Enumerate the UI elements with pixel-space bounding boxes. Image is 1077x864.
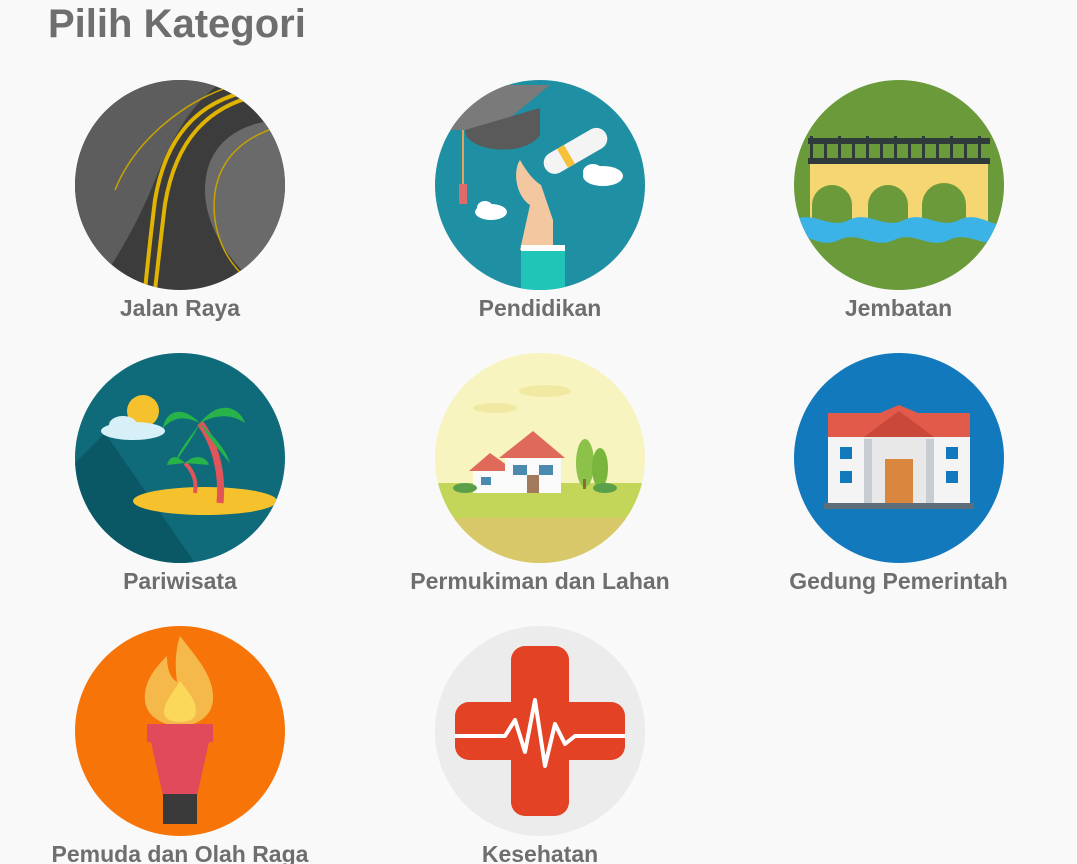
house-icon [435, 353, 645, 563]
bridge-icon [793, 80, 1004, 290]
category-pendidikan[interactable]: Pendidikan [360, 80, 720, 353]
torch-icon [75, 626, 285, 836]
category-label: Kesehatan [481, 841, 599, 864]
category-label: Pendidikan [478, 295, 602, 321]
category-label: Gedung Pemerintah [789, 568, 1008, 594]
category-label: Jalan Raya [119, 295, 241, 321]
category-label: Pariwisata [123, 568, 237, 594]
category-jembatan[interactable]: Jembatan [720, 80, 1077, 353]
government-building-icon [793, 353, 1004, 563]
category-permukiman[interactable]: Permukiman dan Lahan [360, 353, 720, 626]
category-grid: Jalan Raya Pendidikan Jembatan Pariwisat… [0, 80, 1077, 864]
category-label: Jembatan [844, 295, 953, 321]
category-gedung-pemerintah[interactable]: Gedung Pemerintah [720, 353, 1077, 626]
category-pemuda-olah-raga[interactable]: Pemuda dan Olah Raga [0, 626, 360, 864]
category-kesehatan[interactable]: Kesehatan [360, 626, 720, 864]
category-pariwisata[interactable]: Pariwisata [0, 353, 360, 626]
page-title: Pilih Kategori [48, 2, 306, 46]
category-page: Pilih Kategori Jalan Raya Pendidikan Jem… [0, 0, 1077, 864]
category-label: Pemuda dan Olah Raga [51, 841, 309, 864]
category-label: Permukiman dan Lahan [410, 568, 670, 594]
beach-icon [75, 353, 285, 563]
medical-cross-icon [435, 626, 645, 836]
road-icon [75, 80, 285, 290]
graduation-icon [435, 80, 645, 290]
category-jalan-raya[interactable]: Jalan Raya [0, 80, 360, 353]
